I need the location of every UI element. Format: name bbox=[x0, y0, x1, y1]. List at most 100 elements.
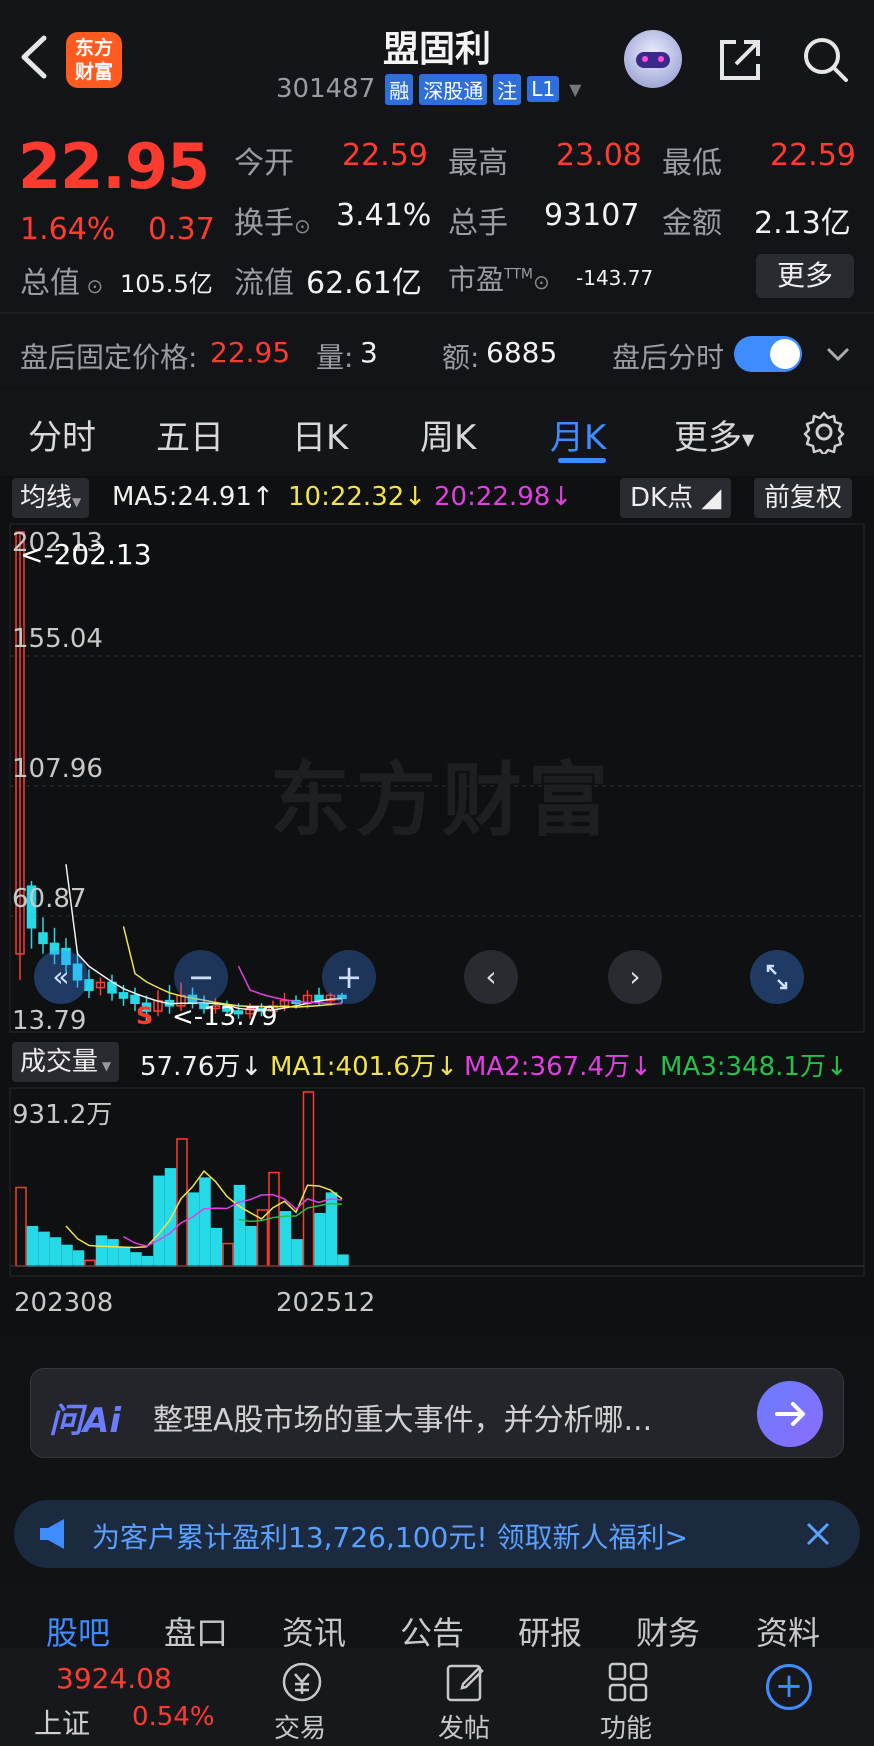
zoom-out-button[interactable]: − bbox=[174, 950, 228, 1004]
stock-subtitle: 301487 融 深股通 注 L1 ▼ bbox=[276, 72, 581, 106]
volume-bar bbox=[153, 1175, 165, 1267]
dropdown-icon[interactable]: ▼ bbox=[569, 80, 581, 99]
settings-gear-icon[interactable] bbox=[802, 410, 846, 457]
volume-ma2: MA2:367.4万↓ bbox=[464, 1052, 652, 1082]
mktcap-value: 105.5亿 bbox=[120, 270, 213, 298]
scroll-right-button[interactable]: › bbox=[608, 950, 662, 1004]
low-value: 22.59 bbox=[770, 138, 856, 173]
more-quote-button[interactable]: 更多 bbox=[756, 254, 854, 298]
sell-signal-mark: S bbox=[136, 1002, 154, 1030]
volume-bar bbox=[26, 1226, 39, 1267]
volume-axis-max: 931.2万 bbox=[12, 1100, 113, 1130]
trade-icon[interactable] bbox=[280, 1660, 324, 1704]
after-hours-vol: 3 bbox=[360, 336, 378, 369]
volume-bar bbox=[291, 1239, 303, 1267]
zoom-in-button[interactable]: + bbox=[322, 950, 376, 1004]
tab-more[interactable]: 更多▼ bbox=[674, 410, 754, 459]
change-value: 0.37 bbox=[148, 212, 215, 247]
tab-day-k[interactable]: 日K bbox=[292, 410, 348, 459]
volume-bar bbox=[210, 1227, 223, 1267]
info-icon[interactable]: ⊙ bbox=[533, 270, 550, 294]
info-icon[interactable]: ⊙ bbox=[80, 274, 103, 298]
trade-label[interactable]: 交易 bbox=[274, 1708, 326, 1745]
price-axis-label: 107.96 bbox=[12, 754, 103, 784]
promo-banner[interactable]: 为客户累计盈利13,726,100元! 领取新人福利> bbox=[14, 1500, 860, 1568]
caret-icon: ▼ bbox=[98, 1059, 112, 1073]
candle-body bbox=[118, 992, 129, 999]
ai-logo: 问Ai bbox=[49, 1401, 121, 1441]
date-end: 202512 bbox=[276, 1288, 376, 1318]
robot-avatar-icon[interactable] bbox=[624, 30, 682, 88]
fullscreen-button[interactable] bbox=[750, 950, 804, 1004]
share-icon[interactable] bbox=[716, 36, 764, 84]
amount-value: 2.13亿 bbox=[754, 206, 851, 241]
turnover-label: 换手⊙ bbox=[234, 206, 311, 241]
quote-panel: 22.95 1.64% 0.37 总值 ⊙ 105.5亿 今开 22.59 最高… bbox=[0, 116, 874, 386]
functions-icon[interactable] bbox=[606, 1660, 650, 1704]
badge-registered: 注 bbox=[493, 73, 522, 105]
top-bar: 东方财富 盟固利 301487 融 深股通 注 L1 ▼ bbox=[0, 0, 874, 116]
after-hours-price: 22.95 bbox=[210, 336, 291, 369]
tab-five-day[interactable]: 五日 bbox=[156, 410, 224, 459]
volume-bar bbox=[61, 1244, 73, 1267]
volume-bar bbox=[337, 1254, 349, 1267]
pe-value: -143.77 bbox=[576, 266, 654, 290]
price-axis-label: 13.79 bbox=[12, 1006, 87, 1036]
after-hours-label: 盘后固定价格: bbox=[20, 341, 198, 374]
volume-select-button[interactable]: 成交量 ▼ bbox=[12, 1042, 120, 1082]
functions-label[interactable]: 功能 bbox=[600, 1708, 652, 1745]
info-icon[interactable]: ⊙ bbox=[294, 214, 311, 238]
megaphone-icon bbox=[36, 1516, 76, 1552]
candle-body bbox=[38, 932, 48, 945]
volume-ma1: MA1:401.6万↓ bbox=[270, 1052, 458, 1082]
ai-assistant-bar[interactable]: 问Ai 整理A股市场的重大事件，并分析哪... bbox=[30, 1368, 844, 1458]
after-hours-amt: 6885 bbox=[486, 336, 558, 369]
volume-bar bbox=[130, 1252, 142, 1267]
volume-bar bbox=[268, 1171, 280, 1267]
amount-label: 金额 bbox=[662, 206, 722, 241]
low-price-marker: <-13.79 bbox=[172, 1002, 278, 1032]
post-icon[interactable] bbox=[444, 1660, 488, 1704]
caret-down-icon: ▼ bbox=[742, 430, 755, 449]
volume-bar bbox=[118, 1247, 131, 1267]
volume-bar bbox=[245, 1226, 257, 1267]
after-hours-toggle[interactable] bbox=[734, 336, 802, 372]
index-name[interactable]: 上证 bbox=[34, 1702, 90, 1742]
add-icon[interactable]: + bbox=[766, 1664, 812, 1710]
volume-bar bbox=[84, 1259, 96, 1267]
open-label: 今开 bbox=[234, 146, 294, 181]
tab-minute[interactable]: 分时 bbox=[28, 410, 96, 459]
post-label[interactable]: 发帖 bbox=[438, 1708, 490, 1745]
search-icon[interactable] bbox=[800, 34, 850, 84]
volume-bar bbox=[187, 1192, 200, 1267]
tab-underline bbox=[558, 458, 606, 463]
badge-connect: 深股通 bbox=[419, 73, 488, 105]
kline-svg[interactable] bbox=[0, 476, 874, 1336]
scroll-left-button[interactable]: ‹ bbox=[464, 950, 518, 1004]
candle-body bbox=[314, 994, 324, 1002]
float-value: 62.61亿 bbox=[306, 266, 422, 301]
tab-month-k[interactable]: 月K bbox=[550, 410, 606, 459]
volume-ma3: MA3:348.1万↓ bbox=[660, 1052, 848, 1082]
index-value[interactable]: 3924.08 bbox=[56, 1662, 172, 1695]
volume-bar bbox=[222, 1242, 234, 1267]
volume-bar bbox=[141, 1255, 154, 1267]
badge-level: L1 bbox=[527, 76, 560, 102]
volume-bar bbox=[302, 1091, 315, 1267]
promo-text: 为客户累计盈利13,726,100元! 领取新人福利> bbox=[92, 1521, 688, 1554]
pe-label: 市盈TTM⊙ bbox=[448, 263, 550, 296]
ai-send-button[interactable] bbox=[757, 1381, 823, 1447]
chevron-down-icon[interactable] bbox=[824, 342, 852, 366]
volume-bar bbox=[233, 1184, 246, 1267]
index-pct[interactable]: 0.54% bbox=[132, 1702, 215, 1732]
volume-label: 总手 bbox=[448, 206, 508, 241]
volume-bar bbox=[314, 1212, 326, 1267]
volume-bar bbox=[49, 1237, 62, 1267]
volume-bar bbox=[38, 1231, 50, 1267]
close-icon[interactable] bbox=[802, 1518, 834, 1550]
rewind-button[interactable]: « bbox=[34, 950, 88, 1004]
tab-week-k[interactable]: 周K bbox=[420, 410, 476, 459]
price-axis-label: 155.04 bbox=[12, 624, 103, 654]
badge-margin: 融 bbox=[385, 73, 414, 105]
volume-bar bbox=[279, 1211, 292, 1267]
